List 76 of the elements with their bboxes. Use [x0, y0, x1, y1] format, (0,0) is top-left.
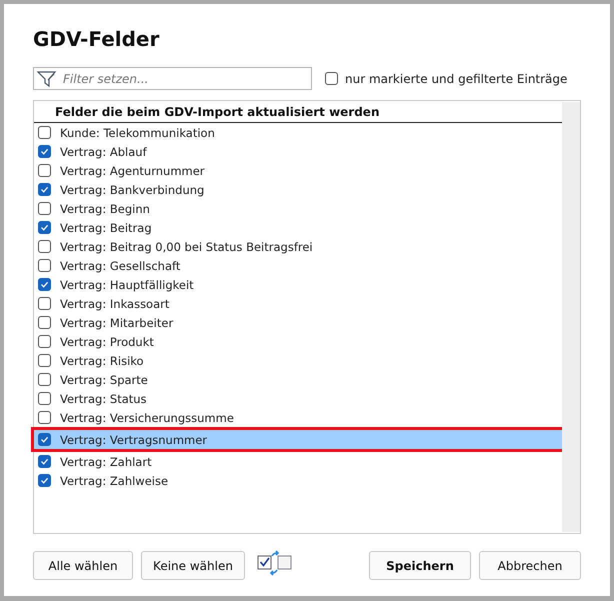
list-row[interactable]: Kunde: Telekommunikation — [34, 123, 562, 142]
checkmark-icon — [40, 223, 49, 232]
list-row[interactable]: Vertrag: Beginn — [34, 199, 562, 218]
list-row[interactable]: Vertrag: Zahlart — [34, 452, 562, 471]
list-row[interactable]: Vertrag: Beitrag — [34, 218, 562, 237]
checkmark-icon — [40, 280, 49, 289]
list-row[interactable]: Vertrag: Inkassoart — [34, 294, 562, 313]
checkbox[interactable] — [38, 455, 51, 468]
row-label: Vertrag: Gesellschaft — [60, 258, 180, 272]
row-label: Vertrag: Beitrag — [60, 220, 152, 234]
list-row[interactable]: Vertrag: Mitarbeiter — [34, 313, 562, 332]
checkbox-label: nur markierte und gefilterte Einträge — [345, 72, 568, 86]
row-label: Vertrag: Mitarbeiter — [60, 316, 174, 330]
list-row[interactable]: Vertrag: Bankverbindung — [34, 180, 562, 199]
list-row[interactable]: Vertrag: Vertragsnummer — [34, 430, 562, 449]
checkbox[interactable] — [38, 240, 51, 253]
list-row[interactable]: Vertrag: Gesellschaft — [34, 256, 562, 275]
checkbox[interactable] — [38, 278, 51, 291]
list-row[interactable]: Vertrag: Agenturnummer — [34, 161, 562, 180]
checkmark-icon — [40, 435, 49, 444]
checkmark-icon — [40, 457, 49, 466]
checkbox[interactable] — [38, 221, 51, 234]
row-label: Vertrag: Inkassoart — [60, 296, 170, 310]
checkbox[interactable] — [38, 183, 51, 196]
checkmark-icon — [40, 185, 49, 194]
toggle-checkbox-icon[interactable] — [257, 550, 293, 576]
checkbox[interactable] — [38, 335, 51, 348]
row-label: Vertrag: Zahlweise — [60, 474, 168, 488]
checkbox[interactable] — [38, 202, 51, 215]
checkbox[interactable] — [38, 354, 51, 367]
row-label: Kunde: Telekommunikation — [60, 126, 215, 140]
row-label: Vertrag: Ablauf — [60, 144, 147, 158]
cancel-button[interactable]: Abbrechen — [479, 551, 581, 580]
row-label: Vertrag: Beginn — [60, 202, 150, 216]
list-row[interactable]: Vertrag: Status — [34, 389, 562, 408]
checkbox[interactable] — [38, 392, 51, 405]
row-label: Vertrag: Status — [60, 392, 147, 406]
row-label: Vertrag: Zahlart — [60, 454, 152, 468]
row-label: Vertrag: Versicherungssumme — [60, 410, 234, 424]
checkbox[interactable] — [38, 164, 51, 177]
row-label: Vertrag: Hauptfälligkeit — [60, 278, 194, 292]
row-label: Vertrag: Sparte — [60, 372, 148, 386]
select-button[interactable]: Keine wählen — [141, 551, 245, 580]
filter-field[interactable]: Filter setzen... — [33, 67, 312, 90]
checkbox[interactable] — [38, 316, 51, 329]
checkbox[interactable] — [38, 411, 51, 424]
checkmark-icon — [40, 147, 49, 156]
row-label: Vertrag: Risiko — [60, 354, 144, 368]
scrollbar[interactable] — [562, 102, 580, 532]
checkbox[interactable] — [38, 433, 51, 446]
row-label: Vertrag: Agenturnummer — [60, 164, 205, 178]
select-button[interactable]: Alle wählen — [33, 551, 133, 580]
checkbox[interactable] — [38, 259, 51, 272]
filter-icon — [37, 70, 57, 88]
list-row[interactable]: Vertrag: Versicherungssumme — [34, 408, 562, 427]
list-row[interactable]: Vertrag: Sparte — [34, 370, 562, 389]
checkmark-icon — [40, 476, 49, 485]
checkbox[interactable] — [38, 297, 51, 310]
checkbox[interactable] — [38, 373, 51, 386]
list-row[interactable]: Vertrag: Hauptfälligkeit — [34, 275, 562, 294]
list-row[interactable]: Vertrag: Ablauf — [34, 142, 562, 161]
list-row[interactable]: Vertrag: Produkt — [34, 332, 562, 351]
list-row[interactable]: Vertrag: Zahlweise — [34, 471, 562, 490]
row-label: Vertrag: Vertragsnummer — [60, 432, 208, 446]
row-label: Vertrag: Bankverbindung — [60, 182, 204, 196]
list-row[interactable]: Vertrag: Risiko — [34, 351, 562, 370]
row-label: Vertrag: Beitrag 0,00 bei Status Beitragsfrei — [60, 240, 313, 254]
save-button[interactable]: Speichern — [369, 551, 471, 580]
list-row[interactable]: Vertrag: Beitrag 0,00 bei Status Beitragsfrei — [34, 237, 562, 256]
checkbox[interactable] — [325, 72, 338, 85]
checkbox[interactable] — [38, 126, 51, 139]
row-label: Vertrag: Produkt — [60, 334, 154, 348]
window-title: GDV-Felder — [33, 26, 160, 52]
column-header: Felder die beim GDV-Import aktualisiert werden — [34, 101, 562, 123]
checkbox[interactable] — [38, 145, 51, 158]
checkbox[interactable] — [38, 474, 51, 487]
